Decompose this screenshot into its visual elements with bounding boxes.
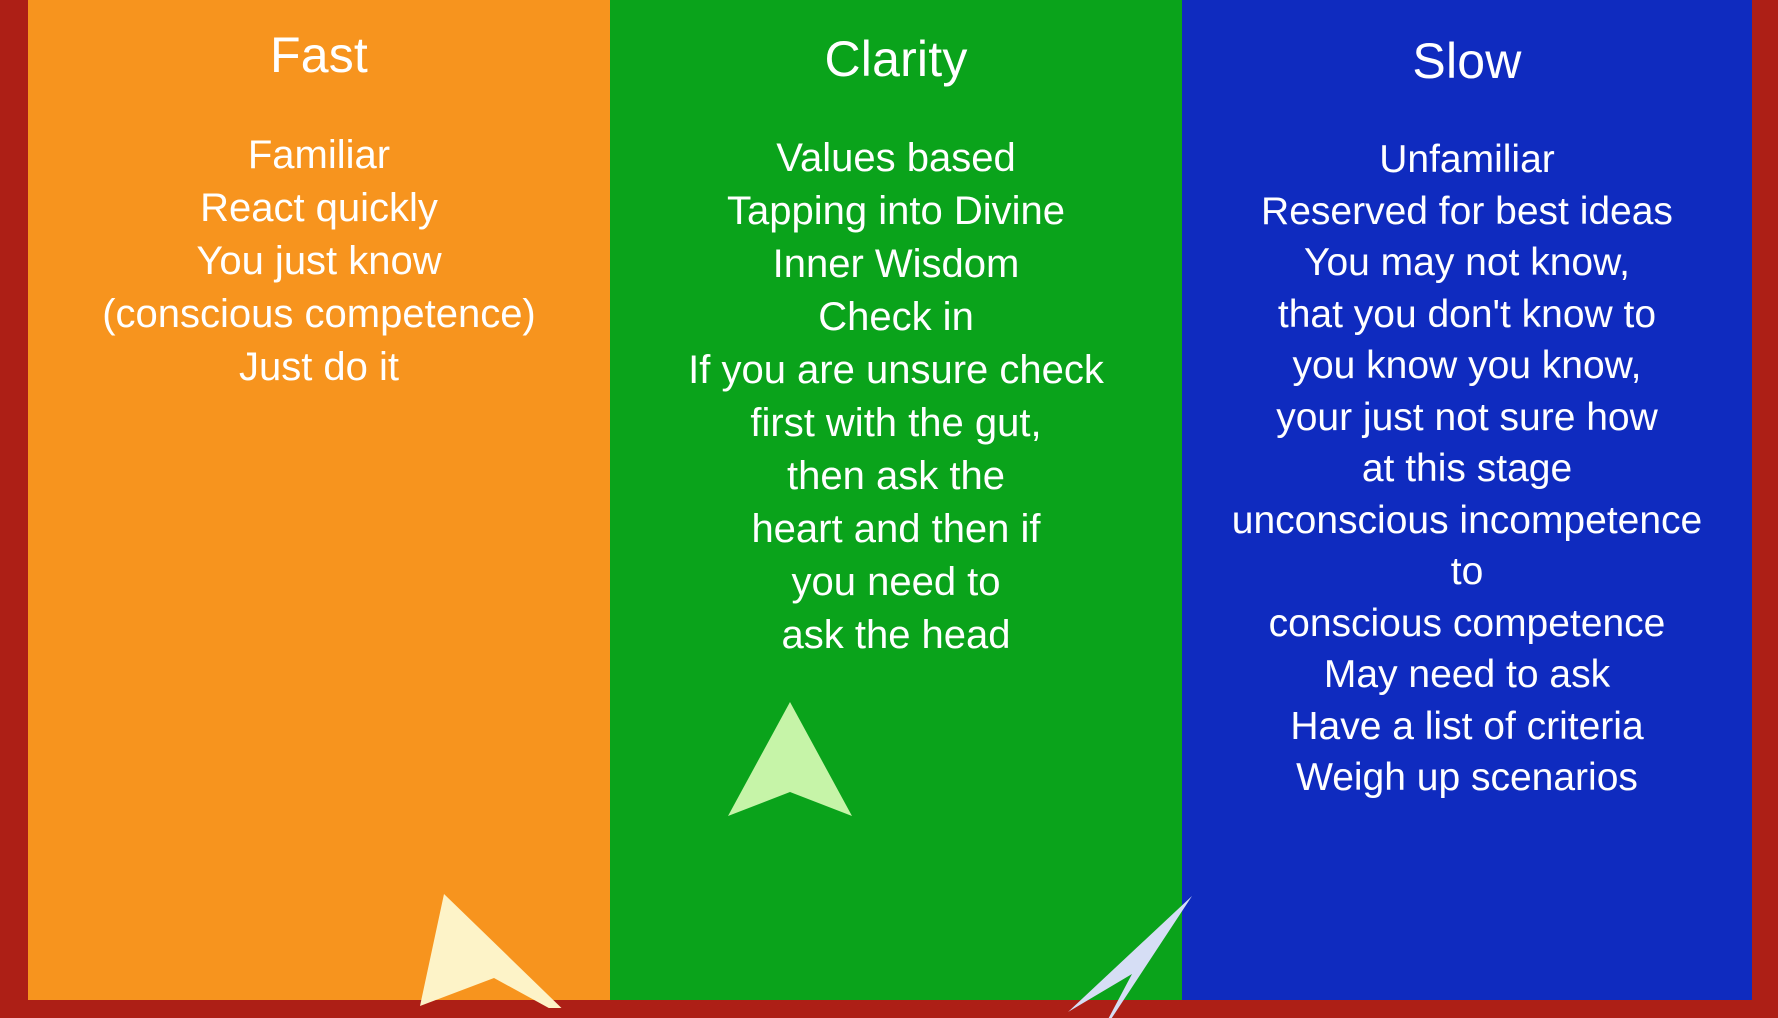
column-clarity-line: heart and then if — [751, 507, 1041, 551]
column-clarity: Clarity Values based Tapping into Divine… — [610, 0, 1182, 1000]
column-slow-line: unconscious incompetence — [1231, 498, 1703, 542]
column-slow-line: Have a list of criteria — [1290, 704, 1644, 748]
column-slow-line: conscious competence — [1268, 601, 1666, 645]
column-clarity-heading: Clarity — [824, 31, 968, 87]
column-slow-line: you know you know, — [1292, 344, 1642, 387]
column-fast-body: Familiar React quickly You just know (co… — [28, 129, 610, 394]
column-clarity-line: Inner Wisdom — [772, 242, 1020, 286]
column-clarity-line: then ask the — [787, 454, 1005, 498]
column-slow-line: Weigh up scenarios — [1296, 756, 1638, 799]
column-clarity-line: Check in — [818, 295, 974, 339]
column-slow-line: at this stage — [1361, 447, 1573, 490]
column-fast-heading: Fast — [269, 27, 369, 83]
column-slow-line: your just not sure how — [1276, 395, 1658, 439]
column-fast-line: Familiar — [247, 133, 391, 177]
column-clarity-line: Values based — [776, 136, 1016, 180]
column-slow-line: to — [1450, 550, 1484, 593]
column-fast-line: React quickly — [200, 186, 438, 230]
column-clarity-line: first with the gut, — [750, 401, 1042, 445]
column-clarity-line: ask the head — [781, 613, 1011, 657]
column-fast-line: Just do it — [238, 345, 400, 389]
column-slow-line: May need to ask — [1323, 653, 1611, 696]
column-clarity-line: If you are unsure check — [688, 348, 1104, 392]
column-clarity-line: Tapping into Divine — [727, 189, 1065, 233]
column-clarity-line: you need to — [791, 560, 1001, 604]
column-fast-line: You just know — [196, 239, 442, 283]
column-slow-line: Unfamiliar — [1379, 138, 1555, 181]
column-slow-line: You may not know, — [1304, 241, 1630, 284]
decision-making-columns-board: Fast Familiar React quickly You just kno… — [0, 0, 1778, 1018]
column-fast-line: (conscious competence) — [102, 292, 536, 336]
column-clarity-body: Values based Tapping into Divine Inner W… — [610, 132, 1182, 662]
column-slow: Slow Unfamiliar Reserved for best ideas … — [1182, 0, 1752, 1000]
column-slow-line: that you don't know to — [1277, 292, 1657, 336]
column-slow-line: Reserved for best ideas — [1261, 189, 1673, 233]
column-slow-body: Unfamiliar Reserved for best ideas You m… — [1182, 134, 1752, 804]
column-fast: Fast Familiar React quickly You just kno… — [28, 0, 610, 1000]
column-slow-heading: Slow — [1412, 33, 1522, 89]
